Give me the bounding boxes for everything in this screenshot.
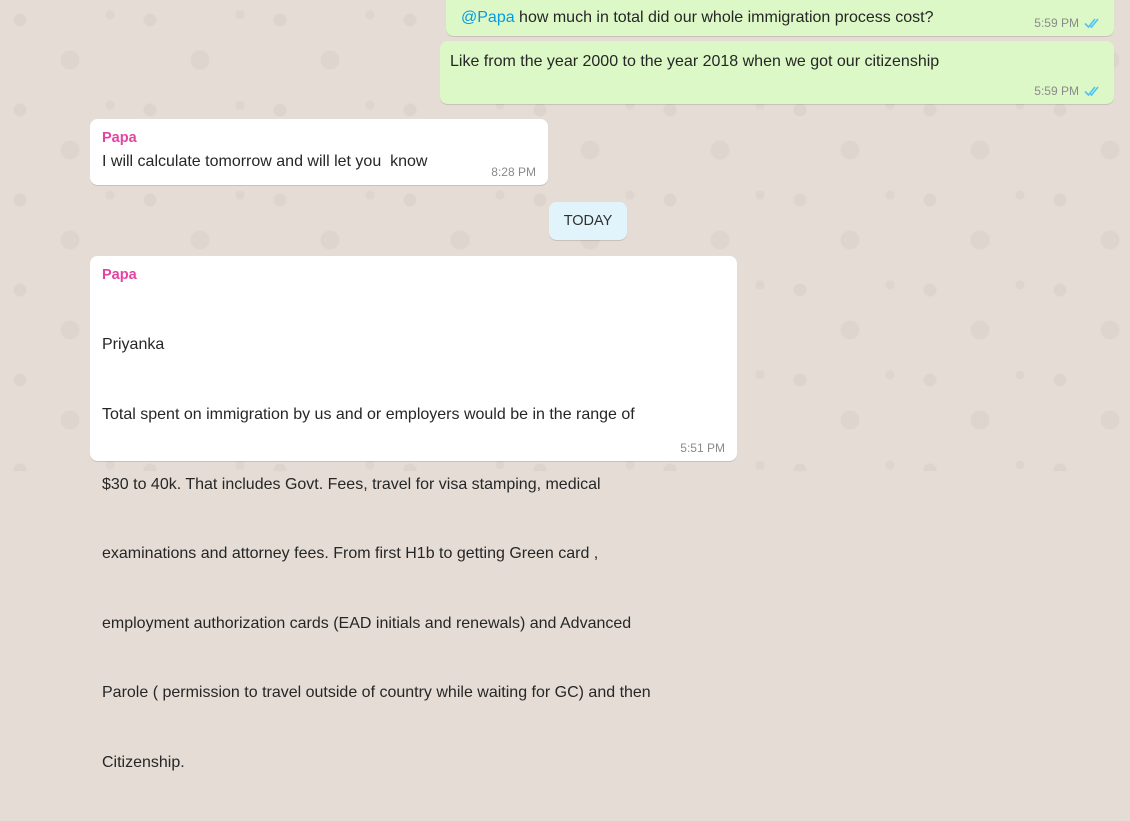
message-line: Priyanka bbox=[102, 336, 165, 354]
mention-link[interactable]: @Papa bbox=[461, 9, 515, 26]
date-divider: TODAY bbox=[549, 202, 627, 240]
message-time: 5:51 PM bbox=[680, 441, 725, 455]
message-time: 5:59 PM bbox=[1034, 16, 1079, 30]
message-text: @Papa how much in total did our whole im… bbox=[461, 9, 934, 26]
message-text: Like from the year 2000 to the year 2018… bbox=[450, 53, 940, 70]
message-meta: 5:51 PM bbox=[680, 441, 725, 455]
message-bubble-incoming[interactable]: Papa I will calculate tomorrow and will … bbox=[90, 119, 548, 185]
message-line: $30 to 40k. That includes Govt. Fees, tr… bbox=[102, 475, 601, 493]
message-text: Priyanka Total spent on immigration by u… bbox=[102, 287, 737, 821]
sender-name[interactable]: Papa bbox=[102, 267, 737, 283]
double-check-read-icon bbox=[1084, 85, 1102, 97]
message-time: 5:59 PM bbox=[1034, 84, 1079, 98]
message-line: Total spent on immigration by us and or … bbox=[102, 406, 635, 424]
message-line: Parole ( permission to travel outside of… bbox=[102, 684, 651, 702]
double-check-read-icon bbox=[1084, 17, 1102, 29]
message-text: I will calculate tomorrow and will let y… bbox=[102, 153, 428, 170]
message-meta: 8:28 PM bbox=[491, 165, 536, 179]
message-bubble-outgoing[interactable]: @Papa how much in total did our whole im… bbox=[446, 0, 1114, 36]
message-line: employment authorization cards (EAD init… bbox=[102, 614, 632, 632]
message-meta: 5:59 PM bbox=[1034, 16, 1102, 30]
message-bubble-outgoing[interactable]: Like from the year 2000 to the year 2018… bbox=[440, 41, 1114, 104]
message-meta: 5:59 PM bbox=[1034, 84, 1102, 98]
message-line: examinations and attorney fees. From fir… bbox=[102, 545, 599, 563]
date-divider-label: TODAY bbox=[563, 213, 613, 229]
message-bubble-incoming[interactable]: Papa Priyanka Total spent on immigration… bbox=[90, 256, 737, 771]
message-time: 8:28 PM bbox=[491, 165, 536, 179]
message-line: Citizenship. bbox=[102, 754, 185, 772]
sender-name[interactable]: Papa bbox=[102, 130, 548, 146]
